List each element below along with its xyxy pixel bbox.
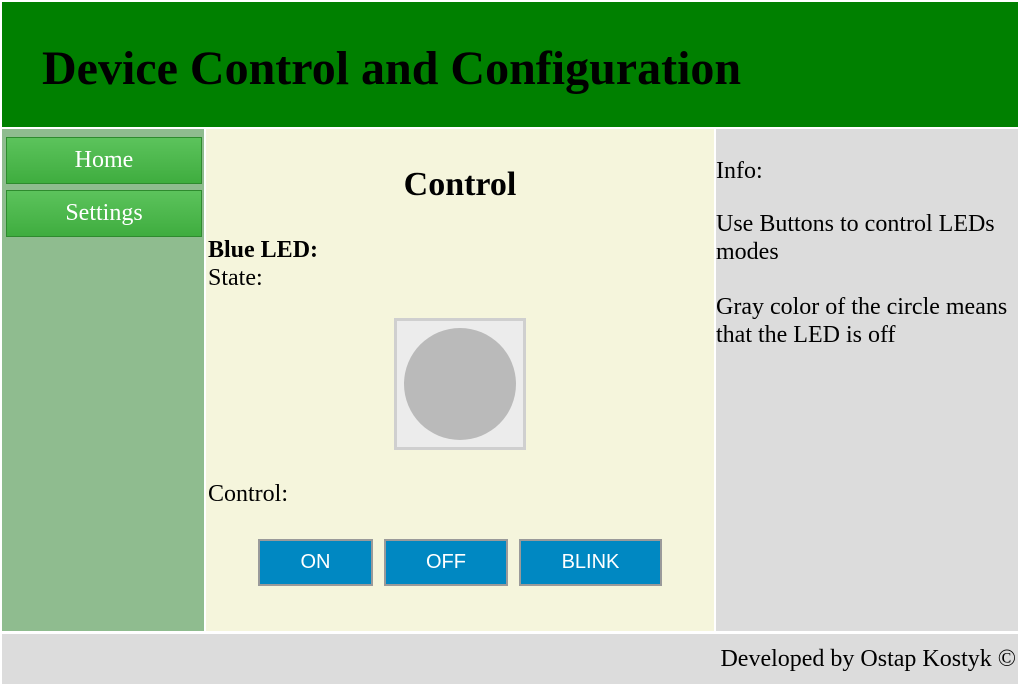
- sidebar-item-settings[interactable]: Settings: [6, 190, 202, 237]
- info-panel: Info: Use Buttons to control LEDs modes …: [716, 129, 1018, 631]
- page-header: Device Control and Configuration: [2, 2, 1018, 127]
- control-label: Control:: [208, 481, 289, 507]
- footer-credit: Developed by Ostap Kostyk ©: [720, 646, 1016, 672]
- section-title: Control: [403, 166, 517, 203]
- info-title: Info:: [716, 158, 763, 184]
- led-indicator-circle-icon: [404, 328, 516, 440]
- led-on-button[interactable]: ON: [258, 539, 373, 586]
- sidebar-item-label: Home: [74, 147, 134, 173]
- led-name-label: Blue LED:: [208, 237, 319, 263]
- led-blink-button[interactable]: BLINK: [519, 539, 662, 586]
- control-panel: Control Blue LED: State: Control: ON OFF…: [206, 129, 714, 631]
- led-off-button[interactable]: OFF: [384, 539, 508, 586]
- sidebar-item-home[interactable]: Home: [6, 137, 202, 184]
- sidebar: Home Settings: [2, 129, 204, 631]
- page-footer: Developed by Ostap Kostyk ©: [2, 634, 1018, 684]
- page-title: Device Control and Configuration: [42, 42, 742, 95]
- info-text-circle: Gray color of the circle means that the …: [716, 294, 1008, 348]
- led-state-indicator: [394, 318, 526, 450]
- state-label: State:: [208, 265, 263, 291]
- info-text-buttons: Use Buttons to control LEDs modes: [716, 211, 995, 265]
- app-window: Device Control and Configuration Home Se…: [0, 0, 1020, 686]
- sidebar-item-label: Settings: [65, 200, 143, 226]
